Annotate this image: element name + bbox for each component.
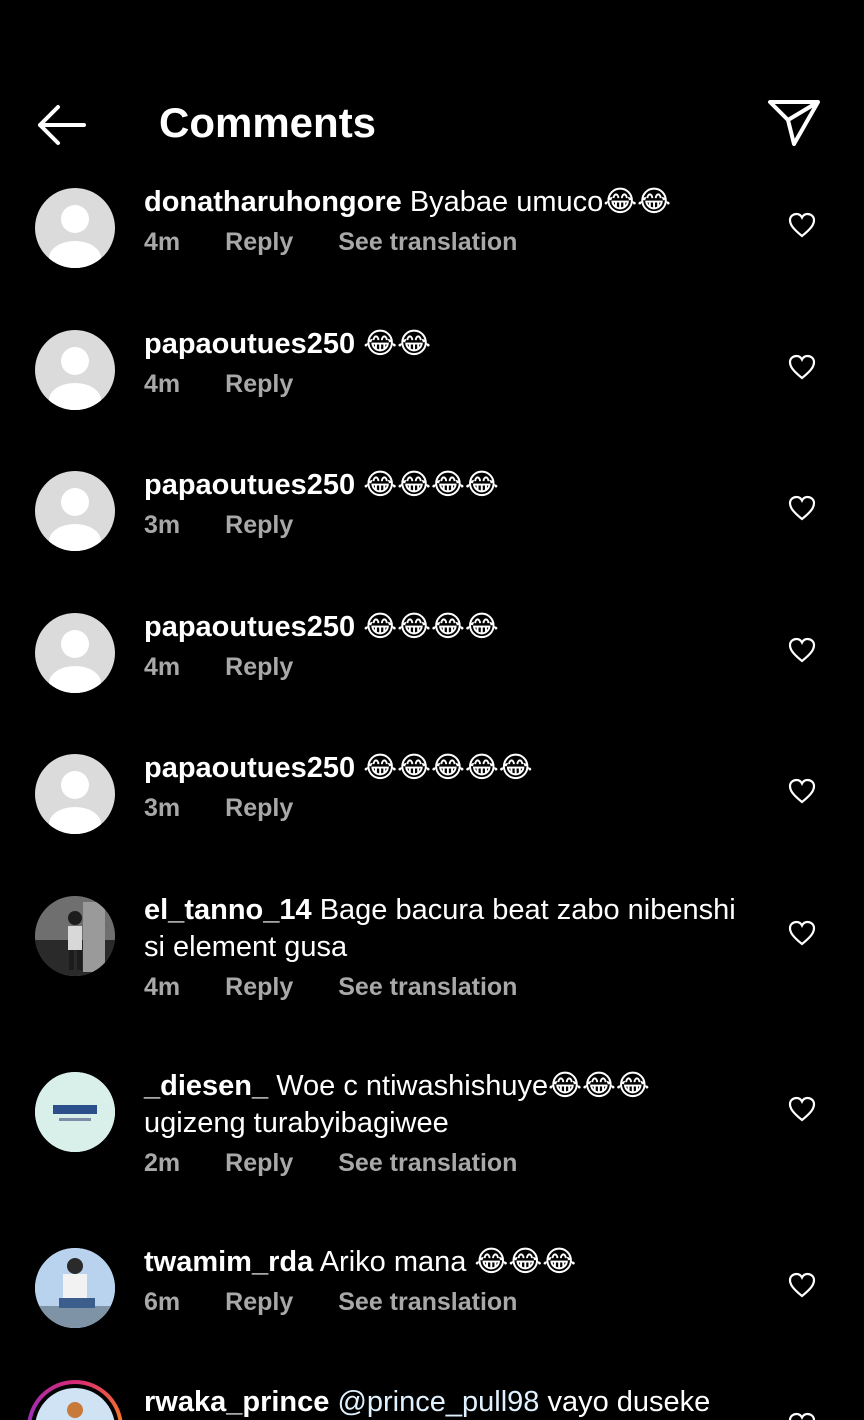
comment-username[interactable]: el_tanno_14	[144, 894, 312, 926]
comment-username[interactable]: papaoutues250	[144, 328, 355, 360]
reply-button[interactable]: Reply	[225, 973, 293, 1002]
reply-button[interactable]: Reply	[225, 653, 293, 682]
comment-username[interactable]: papaoutues250	[144, 469, 355, 501]
profile-photo-icon	[35, 896, 115, 976]
comment-username[interactable]: papaoutues250	[144, 611, 355, 643]
profile-photo-icon	[35, 1248, 115, 1328]
story-avatar[interactable]	[27, 1380, 123, 1420]
comment-text: 😂😂😂😂😂	[363, 752, 533, 784]
reply-button[interactable]: Reply	[225, 794, 293, 823]
reply-button[interactable]: Reply	[225, 1149, 293, 1178]
reply-button[interactable]: Reply	[225, 370, 293, 399]
reply-button[interactable]: Reply	[225, 1288, 293, 1317]
comment-mention[interactable]: @prince_pull98	[337, 1386, 539, 1418]
comment-username[interactable]: _diesen_	[144, 1070, 268, 1102]
avatar[interactable]	[35, 1248, 115, 1328]
comment-text: 😂😂😂😂	[363, 469, 499, 501]
see-translation-button[interactable]: See translation	[338, 228, 517, 257]
default-avatar-icon	[49, 630, 101, 693]
heart-icon[interactable]	[788, 1412, 816, 1420]
heart-icon[interactable]	[788, 354, 816, 380]
comment-time: 4m	[144, 228, 181, 256]
avatar[interactable]	[35, 188, 115, 268]
comment-text: vayo duseke	[547, 1386, 711, 1418]
comment-username[interactable]: rwaka_prince	[144, 1386, 329, 1418]
comment-username[interactable]: papaoutues250	[144, 752, 355, 784]
heart-icon[interactable]	[788, 920, 816, 946]
avatar[interactable]	[35, 613, 115, 693]
profile-photo-icon	[35, 1388, 115, 1420]
comment-item: rwaka_prince @prince_pull98 vayo duseke	[0, 1380, 864, 1420]
avatar[interactable]	[35, 1072, 115, 1152]
comment-list: donatharuhongore Byabae umuco😂😂 4m Reply…	[0, 0, 864, 1420]
comment-text: 😂😂	[363, 328, 431, 360]
avatar[interactable]	[35, 896, 115, 976]
comment-time: 4m	[144, 370, 181, 398]
heart-icon[interactable]	[788, 778, 816, 804]
avatar[interactable]	[35, 754, 115, 834]
comment-username[interactable]: twamim_rda	[144, 1246, 313, 1278]
comment-time: 2m	[144, 1149, 181, 1177]
comment-time: 3m	[144, 511, 181, 539]
comment-time: 6m	[144, 1288, 181, 1316]
avatar[interactable]	[35, 330, 115, 410]
see-translation-button[interactable]: See translation	[338, 1288, 517, 1317]
avatar[interactable]	[35, 471, 115, 551]
reply-button[interactable]: Reply	[225, 511, 293, 540]
avatar	[31, 1384, 119, 1420]
reply-button[interactable]: Reply	[225, 228, 293, 257]
comment-time: 4m	[144, 973, 181, 1001]
comment-time: 3m	[144, 794, 181, 822]
see-translation-button[interactable]: See translation	[338, 1149, 517, 1178]
default-avatar-icon	[49, 205, 101, 268]
default-avatar-icon	[49, 347, 101, 410]
logo-avatar-icon	[35, 1072, 115, 1152]
heart-icon[interactable]	[788, 1096, 816, 1122]
see-translation-button[interactable]: See translation	[338, 973, 517, 1002]
comment-time: 4m	[144, 653, 181, 681]
heart-icon[interactable]	[788, 1272, 816, 1298]
comment-text: Byabae umuco😂😂	[409, 186, 672, 218]
heart-icon[interactable]	[788, 637, 816, 663]
heart-icon[interactable]	[788, 495, 816, 521]
comment-text: 😂😂😂😂	[363, 611, 499, 643]
comment-text: Ariko mana 😂😂😂	[319, 1246, 577, 1278]
comment-username[interactable]: donatharuhongore	[144, 186, 402, 218]
heart-icon[interactable]	[788, 212, 816, 238]
default-avatar-icon	[49, 488, 101, 551]
default-avatar-icon	[49, 771, 101, 834]
